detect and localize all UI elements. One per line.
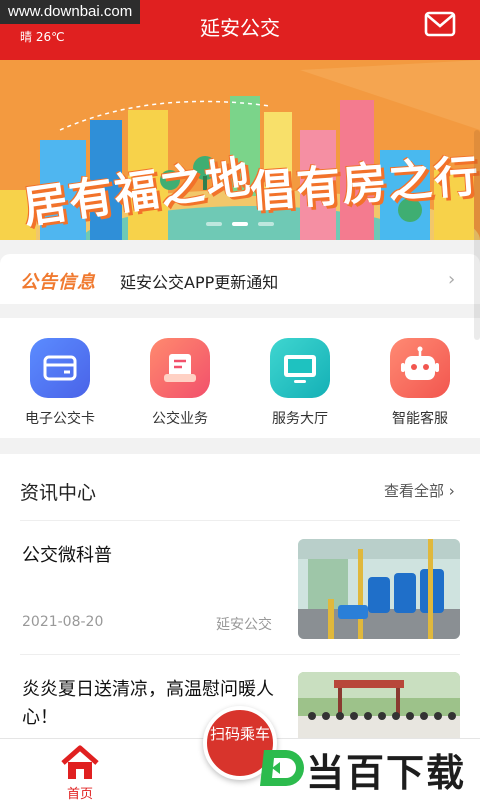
notice-badge: 公告信息	[20, 272, 96, 293]
shortcut-label: 电子公交卡	[25, 411, 95, 427]
brand-watermark-text: 当百下载	[306, 751, 467, 795]
shortcut-bus-business[interactable]: 公交业务	[120, 318, 240, 438]
mail-icon[interactable]	[424, 10, 456, 38]
article-thumbnail[interactable]	[298, 672, 460, 738]
robot-icon	[390, 338, 450, 398]
bus-card-icon	[30, 338, 90, 398]
divider	[20, 520, 460, 521]
chevron-right-icon: ›	[448, 269, 456, 290]
article-date: 2021-08-20	[22, 614, 104, 630]
view-all-link[interactable]: 查看全部 ›	[384, 480, 455, 501]
divider	[20, 654, 460, 655]
shortcut-smart-service[interactable]: 智能客服	[360, 318, 480, 438]
article-thumbnail[interactable]	[298, 539, 460, 639]
tab-home[interactable]: 首页	[50, 743, 110, 800]
shortcut-service-hall[interactable]: 服务大厅	[240, 318, 360, 438]
home-icon	[61, 745, 99, 779]
banner-pagination	[0, 222, 480, 226]
monitor-icon	[270, 338, 330, 398]
promo-banner[interactable]: 居有福之地 倡有房之行	[0, 60, 480, 240]
tab-home-label: 首页	[66, 787, 93, 800]
shortcut-grid: 电子公交卡 公交业务 服务大厅 智能客服	[0, 318, 480, 438]
bus-business-icon	[150, 338, 210, 398]
article-source: 延安公交	[216, 617, 272, 633]
notice-bar[interactable]: 公告信息 延安公交APP更新通知 ›	[0, 254, 480, 304]
watermark-url: www.downbai.com	[0, 0, 141, 24]
shortcut-label: 公交业务	[152, 411, 208, 427]
scrollbar[interactable]	[474, 130, 480, 340]
news-section: 资讯中心 查看全部 › 公交微科普 2021-08-20 延安公交 炎炎夏日送清…	[0, 454, 480, 738]
shortcut-bus-card[interactable]: 电子公交卡	[0, 318, 120, 438]
banner-dot[interactable]	[206, 222, 222, 226]
banner-dot-active[interactable]	[232, 222, 248, 226]
shortcut-label: 智能客服	[392, 411, 448, 427]
shortcut-label: 服务大厅	[272, 411, 328, 427]
article-title[interactable]: 公交微科普	[22, 542, 292, 570]
news-section-title: 资讯中心	[20, 482, 97, 504]
notice-text[interactable]: 延安公交APP更新通知	[120, 269, 278, 293]
banner-dot[interactable]	[258, 222, 274, 226]
